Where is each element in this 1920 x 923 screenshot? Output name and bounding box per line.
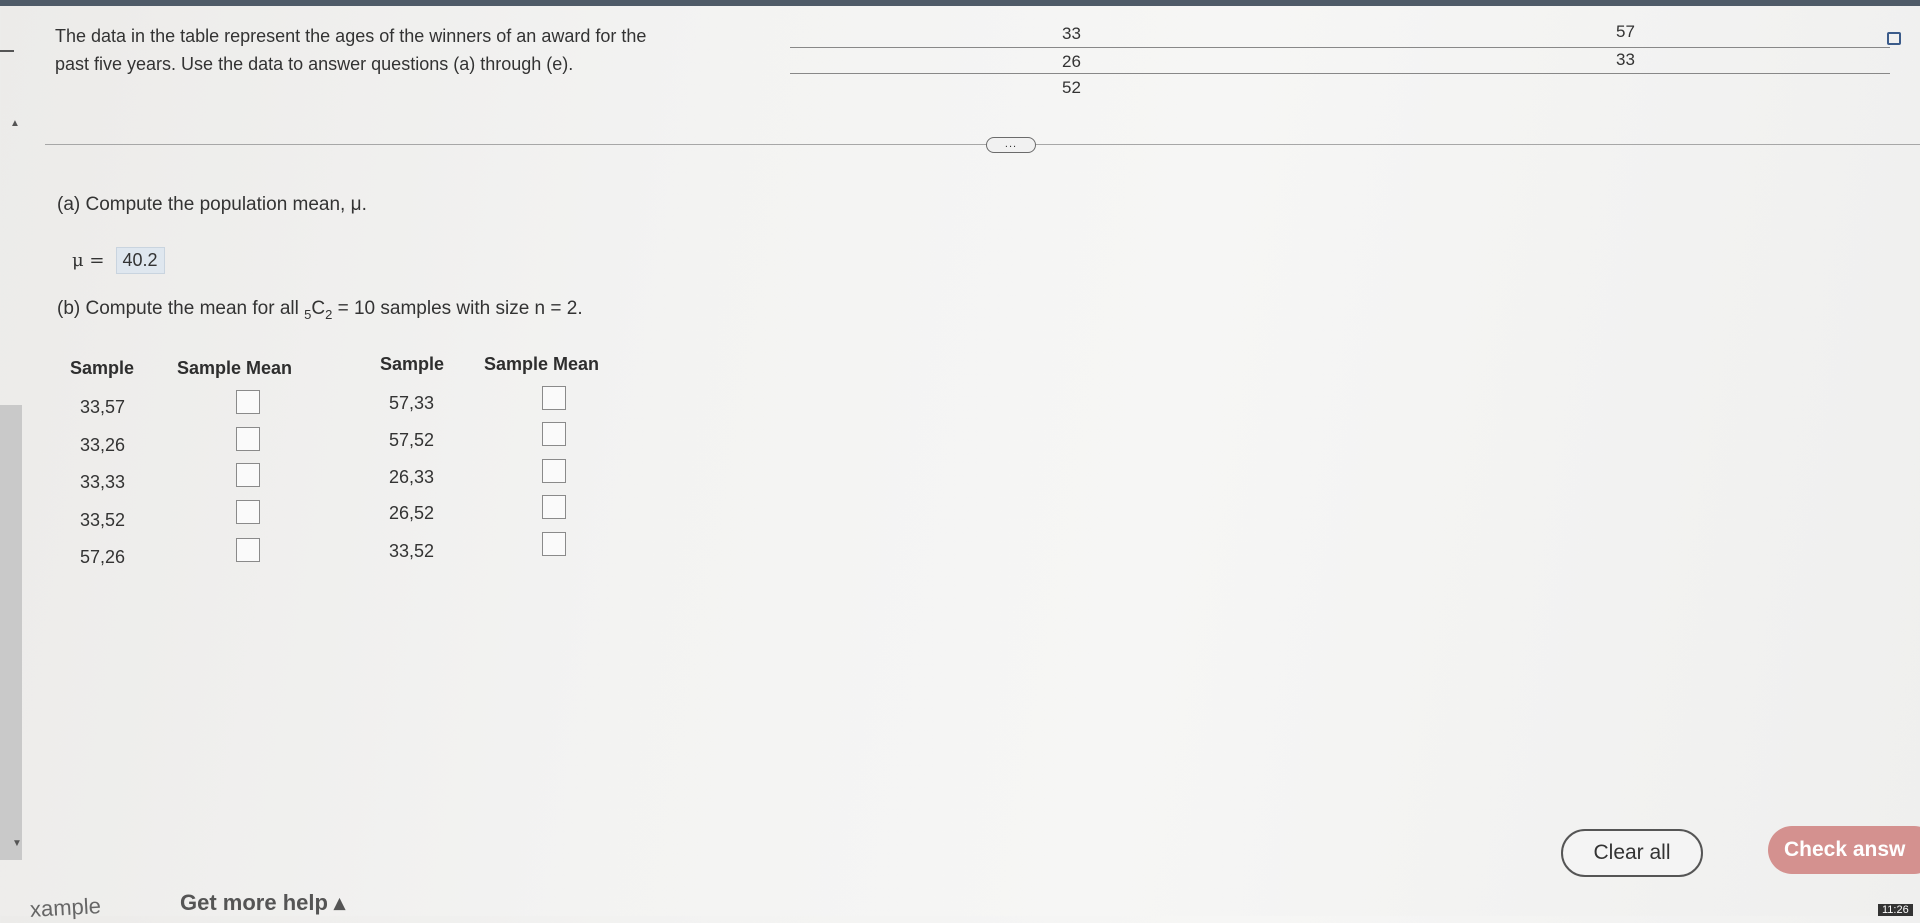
side-dash: [0, 50, 14, 52]
square-icon[interactable]: [1887, 32, 1901, 45]
data-cell: 57: [1616, 22, 1635, 41]
clear-all-button[interactable]: Clear all: [1561, 829, 1703, 877]
caret-down-icon[interactable]: ▼: [12, 838, 22, 849]
part-a-question: (a) Compute the population mean, μ.: [57, 194, 367, 215]
header-sample-right: Sample: [380, 354, 445, 374]
check-answer-button[interactable]: Check answ: [1768, 826, 1920, 874]
sample-mean-input[interactable]: [542, 495, 566, 519]
header-sample-left: Sample: [70, 358, 135, 378]
sample-label: 57,52: [389, 430, 435, 450]
part-b-prefix: (b) Compute the mean for all: [57, 298, 305, 319]
sample-mean-input[interactable]: [542, 422, 566, 446]
problem-statement: The data in the table represent the ages…: [55, 22, 775, 78]
sample-mean-input[interactable]: [236, 390, 260, 414]
sample-mean-input[interactable]: [236, 463, 260, 487]
sample-label: 26,52: [389, 503, 435, 523]
data-cell: 33: [1616, 50, 1635, 69]
sample-mean-input[interactable]: [236, 500, 260, 524]
mu-answer-row: μ = 40.2: [72, 247, 165, 274]
sample-mean-input[interactable]: [542, 386, 566, 410]
sample-label: 33,26: [80, 435, 126, 455]
scrollbar[interactable]: [0, 405, 22, 860]
clock: 11:26: [1878, 904, 1913, 916]
section-divider: [45, 144, 1920, 145]
mu-label: μ =: [72, 250, 105, 271]
sample-label: 33,33: [80, 472, 126, 492]
sample-label: 57,33: [389, 393, 435, 413]
sample-mean-input[interactable]: [236, 427, 260, 451]
top-bar: [0, 0, 1920, 6]
more-button[interactable]: ...: [986, 137, 1036, 153]
sample-mean-input[interactable]: [542, 532, 566, 556]
data-cell: 26: [1062, 52, 1081, 71]
sample-mean-input[interactable]: [236, 538, 260, 562]
part-b-question: (b) Compute the mean for all 5C2 = 10 sa…: [57, 298, 583, 322]
ages-data-table: 33 57 26 33 52: [790, 20, 1890, 104]
header-mean-right: Sample Mean: [484, 354, 600, 374]
sample-label: 26,33: [389, 467, 435, 487]
prompt-line-1: The data in the table represent the ages…: [55, 26, 647, 46]
sample-label: 57,26: [80, 547, 126, 567]
data-cell: 33: [1062, 24, 1081, 43]
header-mean-left: Sample Mean: [177, 358, 293, 378]
combo-c: C: [311, 298, 326, 319]
mu-answer-field[interactable]: 40.2: [115, 247, 165, 274]
part-b-suffix: = 10 samples with size n = 2.: [332, 298, 583, 319]
table-rule: [790, 47, 1890, 48]
view-example-link[interactable]: xample: [29, 893, 101, 923]
get-more-help-button[interactable]: Get more help ▴: [180, 890, 345, 916]
table-rule: [790, 73, 1890, 74]
sample-label: 33,52: [80, 510, 126, 530]
data-cell: 52: [1062, 78, 1081, 97]
sample-label: 33,57: [80, 397, 126, 417]
sample-label: 33,52: [389, 541, 435, 561]
sample-mean-input[interactable]: [542, 459, 566, 483]
prompt-line-2: past five years. Use the data to answer …: [55, 54, 574, 74]
caret-up-icon[interactable]: ▲: [10, 118, 20, 129]
